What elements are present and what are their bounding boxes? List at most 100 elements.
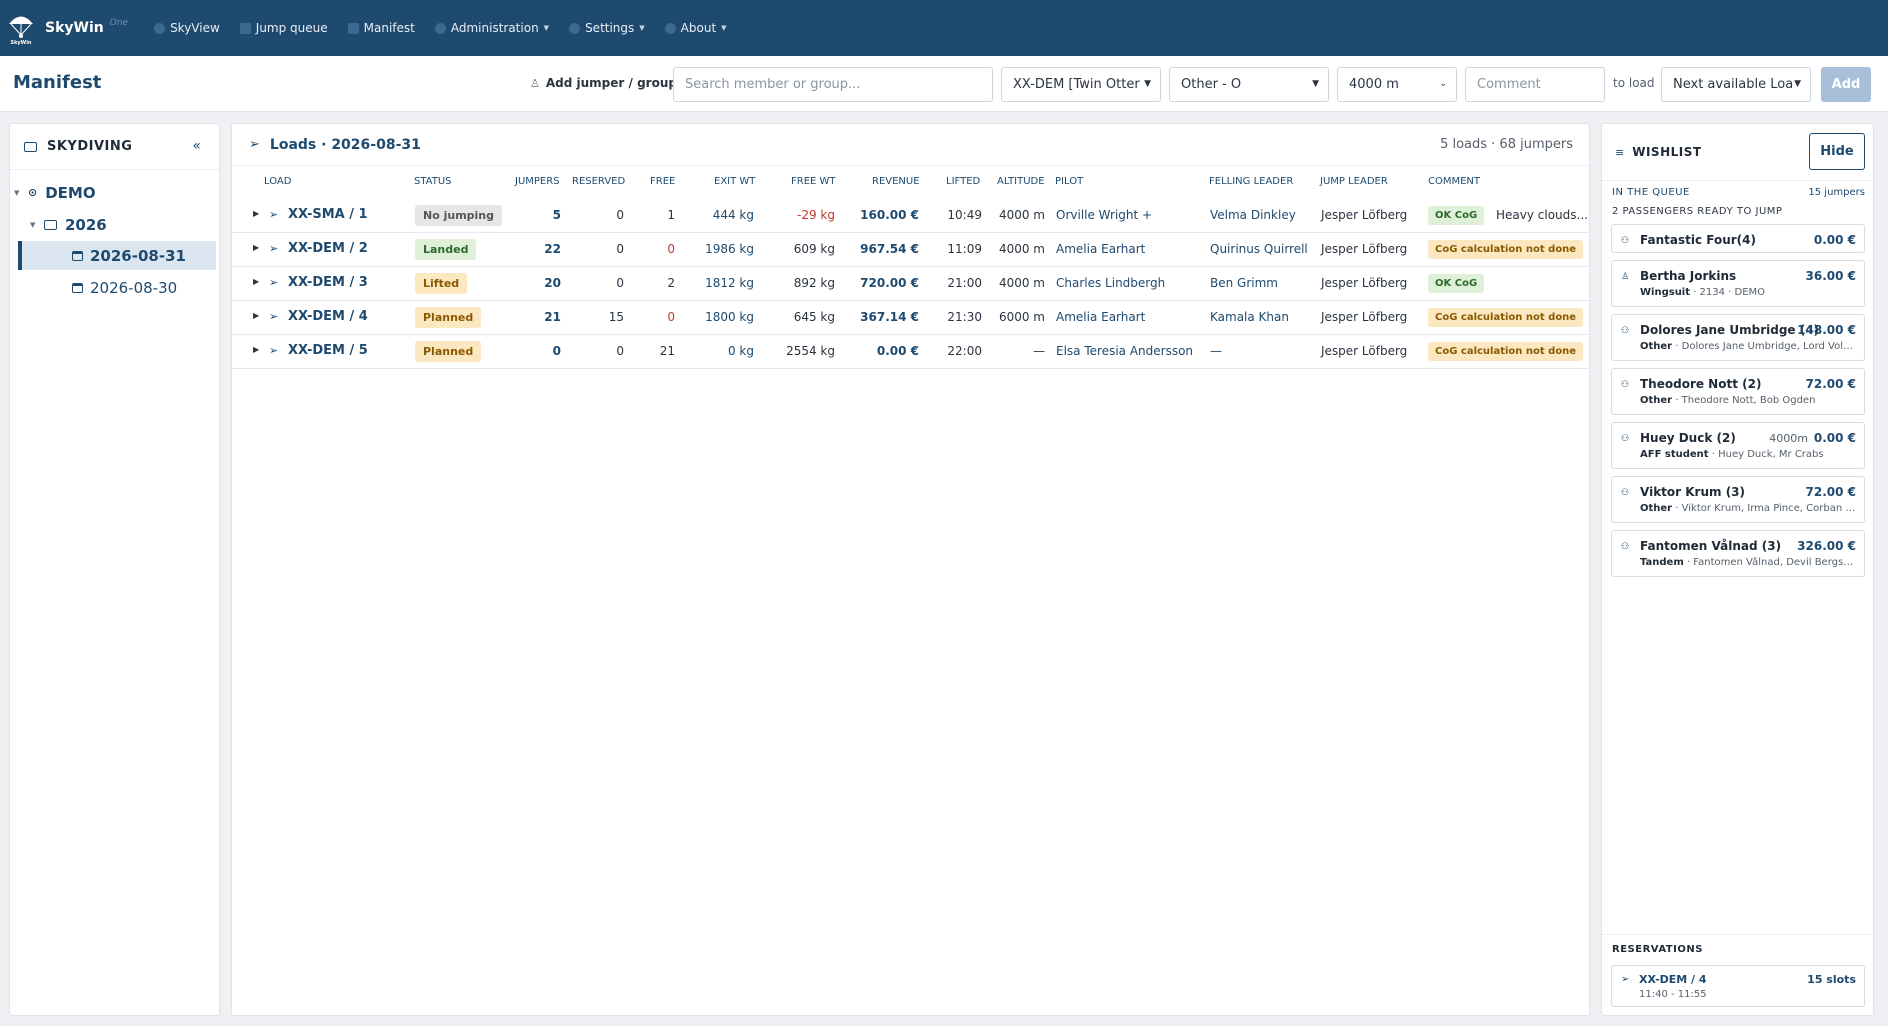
- felling-leader-name[interactable]: —: [1210, 344, 1222, 358]
- col-jumpers[interactable]: Jumpers: [515, 176, 560, 187]
- free-count: 0: [667, 310, 675, 324]
- aircraft-select[interactable]: XX-DEM [Twin Otter ▼: [1001, 67, 1161, 102]
- expand-row-icon[interactable]: ▶: [253, 345, 259, 354]
- reservation-load: XX-DEM / 4: [1639, 973, 1707, 986]
- nav-manifest[interactable]: Manifest: [347, 21, 415, 35]
- group-icon: ⚇: [1621, 380, 1630, 390]
- add-button[interactable]: Add: [1821, 67, 1871, 102]
- altitude: 6000 m: [998, 310, 1045, 324]
- col-reserved[interactable]: Reserved: [572, 176, 625, 187]
- ready-label: 2 PASSENGERS READY TO JUMP: [1612, 206, 1783, 217]
- nav-skyview[interactable]: SkyView: [154, 21, 220, 35]
- altitude-select[interactable]: 4000 m ⌄: [1337, 67, 1457, 102]
- group-icon: ⚇: [1621, 326, 1630, 336]
- col-comment[interactable]: Comment: [1428, 176, 1480, 187]
- col-load[interactable]: Load: [264, 176, 291, 187]
- expand-row-icon[interactable]: ▶: [253, 311, 259, 320]
- jump-leader-name[interactable]: Jesper Löfberg: [1321, 310, 1407, 324]
- wishlist-item-price: 72.00 €: [1805, 485, 1856, 499]
- col-jump-leader[interactable]: Jump leader: [1320, 176, 1388, 187]
- wishlist-item[interactable]: ⚇ Theodore Nott (2) 72.00 € Other · Theodor…: [1611, 368, 1865, 415]
- skyview-icon: [154, 22, 166, 34]
- wishlist-item[interactable]: ⚇ Fantomen Vålnad (3) 326.00 € Tandem · Fan…: [1611, 530, 1865, 577]
- chevron-down-icon: ⌄: [1439, 79, 1447, 89]
- wishlist-item-price: 0.00 €: [1813, 431, 1856, 445]
- col-lifted[interactable]: Lifted: [946, 176, 980, 187]
- reservation-slots: 15 slots: [1807, 973, 1856, 986]
- manifest-icon: [347, 22, 359, 34]
- col-status[interactable]: Status: [414, 176, 452, 187]
- col-free-wt[interactable]: Free wt: [791, 176, 836, 187]
- add-jumper-label: ♙ Add jumper / group: [530, 76, 677, 90]
- skywin-logo[interactable]: SkyWin: [3, 6, 39, 50]
- exit-weight: 1800 kg: [705, 310, 754, 324]
- table-row[interactable]: ▶ ➢ XX-DEM / 2 22 0 0 1986 kg 609 kg 967.54 € 11:…: [232, 233, 1589, 267]
- load-name[interactable]: XX-DEM / 5: [288, 343, 368, 358]
- reservation-card[interactable]: ➢ XX-DEM / 4 15 slots 11:40 - 11:55: [1611, 965, 1865, 1007]
- jump-leader-name[interactable]: Jesper Löfberg: [1321, 276, 1407, 290]
- felling-leader-name[interactable]: Ben Grimm: [1210, 276, 1278, 290]
- free-weight: 892 kg: [793, 276, 835, 290]
- status-badge: Landed: [415, 239, 477, 260]
- felling-leader-name[interactable]: Quirinus Quirrell: [1210, 242, 1308, 256]
- load-name[interactable]: XX-DEM / 4: [288, 309, 368, 324]
- altitude: 4000 m: [998, 208, 1045, 222]
- chevron-down-icon[interactable]: ▼: [14, 189, 28, 197]
- col-free[interactable]: Free: [650, 176, 675, 187]
- jump-type: Other: [1640, 395, 1673, 406]
- expand-row-icon[interactable]: ▶: [253, 209, 259, 218]
- expand-row-icon[interactable]: ▶: [253, 277, 259, 286]
- col-pilot[interactable]: Pilot: [1055, 176, 1083, 187]
- target-load-select[interactable]: Next available Loa ▼: [1661, 67, 1811, 102]
- tree-item-year[interactable]: ▼ 2026: [30, 210, 107, 239]
- chevron-down-icon[interactable]: ▼: [30, 221, 44, 229]
- pilot-name[interactable]: Charles Lindbergh: [1056, 276, 1165, 290]
- expand-row-icon[interactable]: ▶: [253, 243, 259, 252]
- to-load-label: to load: [1613, 76, 1655, 90]
- col-revenue[interactable]: Revenue: [872, 176, 920, 187]
- search-member-input[interactable]: Search member or group...: [673, 67, 993, 102]
- page-title: Manifest: [13, 72, 102, 93]
- wishlist-item[interactable]: ⚇ Huey Duck (2) 0.00 € 4000m AFF student · H…: [1611, 422, 1865, 469]
- jump-leader-name[interactable]: Jesper Löfberg: [1321, 208, 1407, 222]
- nav-settings[interactable]: Settings ▼: [569, 21, 645, 35]
- tree-item-date-active[interactable]: 2026-08-31: [18, 241, 216, 270]
- table-row[interactable]: ▶ ➢ XX-DEM / 3 20 0 2 1812 kg 892 kg 720.00 € 21:…: [232, 267, 1589, 301]
- pilot-name[interactable]: Amelia Earhart: [1056, 310, 1145, 324]
- comment-input[interactable]: Comment: [1465, 67, 1605, 102]
- pilot-name[interactable]: Amelia Earhart: [1056, 242, 1145, 256]
- load-name[interactable]: XX-DEM / 2: [288, 241, 368, 256]
- load-name[interactable]: XX-SMA / 1: [288, 207, 368, 222]
- table-row[interactable]: ▶ ➢ XX-DEM / 4 21 15 0 1800 kg 645 kg 367.14 € 21…: [232, 301, 1589, 335]
- col-felling-leader[interactable]: Felling leader: [1209, 176, 1293, 187]
- lifted-time: 21:00: [947, 276, 982, 290]
- nav-administration[interactable]: Administration ▼: [434, 21, 549, 35]
- col-altitude[interactable]: Altitude: [997, 176, 1045, 187]
- wishlist-item[interactable]: ⚇ Viktor Krum (3) 72.00 € Other · Viktor Kr…: [1611, 476, 1865, 523]
- jump-leader-name[interactable]: Jesper Löfberg: [1321, 344, 1407, 358]
- tree-item-date[interactable]: 2026-08-30: [72, 273, 177, 302]
- felling-leader-name[interactable]: Kamala Khan: [1210, 310, 1289, 324]
- tree-header: SKYDIVING: [10, 124, 219, 170]
- pilot-name[interactable]: Orville Wright +: [1056, 208, 1152, 222]
- nav-about[interactable]: About ▼: [664, 21, 727, 35]
- pilot-name[interactable]: Elsa Teresia Andersson: [1056, 344, 1193, 358]
- queue-count: 15 jumpers: [1808, 187, 1865, 198]
- tree-item-dropzone[interactable]: ▼ ⊙ DEMO: [14, 178, 96, 207]
- collapse-panel-icon[interactable]: «: [192, 138, 201, 154]
- load-name[interactable]: XX-DEM / 3: [288, 275, 368, 290]
- brand-name[interactable]: SkyWin: [45, 20, 104, 36]
- status-badge: Planned: [415, 307, 482, 328]
- table-row[interactable]: ▶ ➢ XX-SMA / 1 5 0 1 444 kg -29 kg 160.00 € 10:49…: [232, 199, 1589, 233]
- wishlist-item[interactable]: ⚇ Dolores Jane Umbridge (4) 148.00 € Other …: [1611, 314, 1865, 361]
- felling-leader-name[interactable]: Velma Dinkley: [1210, 208, 1296, 222]
- table-row[interactable]: ▶ ➢ XX-DEM / 5 0 0 21 0 kg 2554 kg 0.00 € 22:00 — E…: [232, 335, 1589, 369]
- nav-jump-queue[interactable]: Jump queue: [239, 21, 328, 35]
- jump-leader-name[interactable]: Jesper Löfberg: [1321, 242, 1407, 256]
- col-exit-wt[interactable]: Exit wt: [714, 176, 755, 187]
- wishlist-item[interactable]: ♙ Bertha Jorkins 36.00 € Wingsuit · 2134 · …: [1611, 260, 1865, 307]
- jump-type-select[interactable]: Other - O ▼: [1169, 67, 1329, 102]
- wishlist-item[interactable]: ⚇ Fantastic Four(4) 0.00 €: [1611, 224, 1865, 253]
- nav-label: Manifest: [363, 21, 415, 35]
- hide-button[interactable]: Hide: [1809, 133, 1865, 170]
